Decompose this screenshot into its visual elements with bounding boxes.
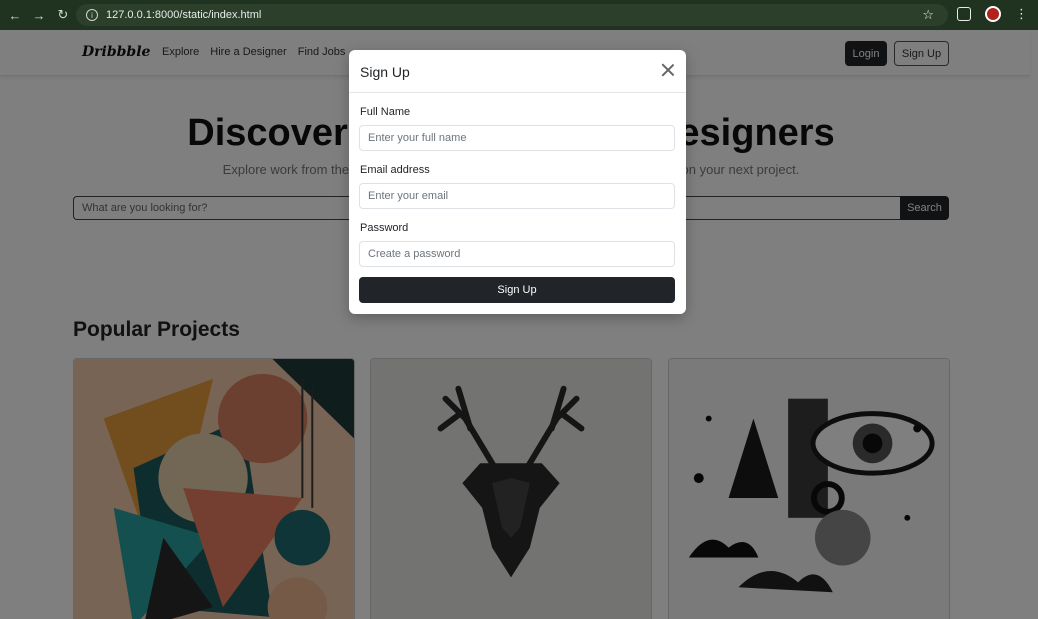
reload-icon[interactable]: ↻ xyxy=(56,7,70,23)
full-name-field[interactable]: Enter your full name xyxy=(359,125,675,151)
page: Dribbble Explore Hire a Designer Find Jo… xyxy=(0,30,1038,619)
browser-nav: ← → ↻ xyxy=(8,7,70,23)
email-label: Email address xyxy=(360,164,430,176)
address-bar[interactable]: i 127.0.0.1:8000/static/index.html ☆ xyxy=(76,4,948,26)
menu-kebab-icon[interactable]: ⋮ xyxy=(1015,6,1028,22)
profile-avatar[interactable] xyxy=(985,6,1001,22)
bookmark-star-icon[interactable]: ☆ xyxy=(922,7,934,23)
site-info-icon[interactable]: i xyxy=(86,9,98,21)
signup-modal: Sign Up Full Name Enter your full name E… xyxy=(349,50,686,314)
extensions-icon[interactable] xyxy=(957,7,971,21)
back-icon[interactable]: ← xyxy=(8,8,22,23)
signup-submit-button[interactable]: Sign Up xyxy=(359,277,675,303)
modal-title: Sign Up xyxy=(360,64,410,80)
browser-toolbar: ← → ↻ i 127.0.0.1:8000/static/index.html… xyxy=(0,0,1038,30)
password-label: Password xyxy=(360,222,409,234)
full-name-label: Full Name xyxy=(360,106,411,118)
modal-header: Sign Up xyxy=(349,50,686,93)
email-field[interactable]: Enter your email xyxy=(359,183,675,209)
password-field[interactable]: Create a password xyxy=(359,241,675,267)
close-icon[interactable] xyxy=(660,62,676,78)
forward-icon[interactable]: → xyxy=(32,8,46,23)
browser-actions: ⋮ xyxy=(957,6,1028,22)
url-text: 127.0.0.1:8000/static/index.html xyxy=(106,9,262,21)
